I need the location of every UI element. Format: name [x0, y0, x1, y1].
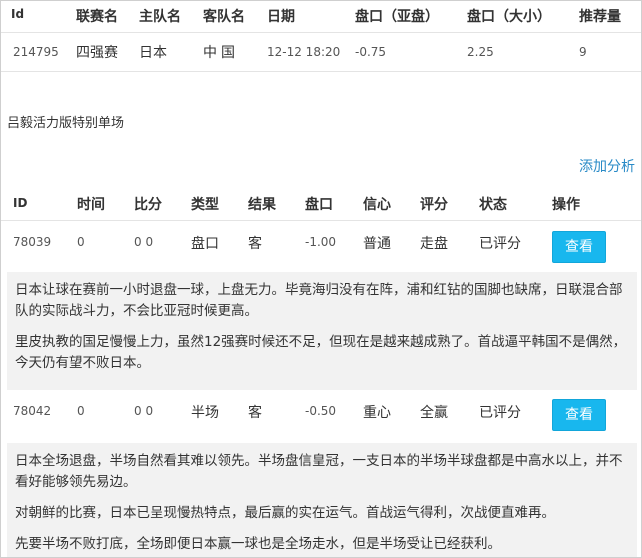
analysis-status: 已评分: [479, 236, 521, 252]
match-header-home: 主队名: [139, 9, 181, 25]
match-header-recommend: 推荐量: [579, 9, 621, 25]
analysis-type: 半场: [191, 405, 219, 421]
analysis-content: 日本让球在赛前一小时退盘一球，上盘无力。毕竟海归没有在阵，浦和红钻的国脚也缺席，…: [7, 272, 637, 390]
analysis-rating: 走盘: [420, 236, 448, 252]
match-header-divider: [1, 32, 641, 33]
match-date: 12-12 18:20: [267, 45, 341, 59]
analysis-id: 78039: [13, 235, 52, 249]
match-header-overunder: 盘口（大小）: [467, 9, 551, 25]
match-home-team: 日本: [139, 45, 167, 61]
match-recommend-count: 9: [579, 45, 587, 59]
analysis-header-score: 比分: [134, 197, 162, 213]
match-header-date: 日期: [267, 9, 295, 25]
analysis-header-status: 状态: [479, 197, 507, 213]
analysis-header-id: ID: [13, 196, 28, 210]
analysis-score: 0 0: [134, 235, 154, 249]
match-row-divider: [1, 71, 641, 72]
analysis-header-confidence: 信心: [363, 197, 391, 213]
match-league: 四强赛: [76, 45, 118, 61]
analysis-header-divider: [1, 220, 641, 221]
analysis-content: 日本全场退盘，半场自然看其难以领先。半场盘信皇冠，一支日本的半场半球盘都是中高水…: [7, 443, 637, 557]
match-overunder: 2.25: [467, 45, 494, 59]
add-analysis-link[interactable]: 添加分析: [579, 156, 635, 176]
view-button[interactable]: 查看: [552, 231, 606, 263]
match-handicap: -0.75: [355, 45, 387, 59]
analysis-paragraph: 里皮执教的国足慢慢上力，虽然12强赛时候还不足，但现在是越来越成熟了。首战逼平韩…: [15, 334, 627, 371]
analysis-header-handicap: 盘口: [305, 197, 333, 213]
analysis-paragraph: 对朝鲜的比赛，日本已呈现慢热特点，最后赢的实在运气。首战运气得利，次战便直难再。: [15, 505, 555, 521]
analysis-paragraph: 日本让球在赛前一小时退盘一球，上盘无力。毕竟海归没有在阵，浦和红钻的国脚也缺席，…: [15, 282, 623, 319]
analysis-handicap: -0.50: [305, 404, 337, 418]
match-header-id: Id: [11, 7, 25, 21]
analysis-confidence: 重心: [363, 405, 391, 421]
match-away-team: 中国: [203, 45, 239, 61]
analysis-time: 0: [77, 235, 85, 249]
analysis-score: 0 0: [134, 404, 154, 418]
view-button[interactable]: 查看: [552, 399, 606, 431]
analysis-paragraph: 日本全场退盘，半场自然看其难以领先。半场盘信皇冠，一支日本的半场半球盘都是中高水…: [15, 453, 623, 490]
analysis-header-type: 类型: [191, 197, 219, 213]
analysis-result: 客: [248, 236, 262, 252]
match-id: 214795: [13, 45, 59, 59]
analysis-type: 盘口: [191, 236, 219, 252]
match-header-league: 联赛名: [76, 9, 118, 25]
analysis-header-result: 结果: [248, 197, 276, 213]
analysis-header-time: 时间: [77, 197, 105, 213]
analysis-status: 已评分: [479, 405, 521, 421]
analysis-handicap: -1.00: [305, 235, 337, 249]
match-header-handicap: 盘口（亚盘）: [355, 9, 439, 25]
promo-text: 吕毅活力版特别单场: [7, 116, 125, 131]
analysis-header-rating: 评分: [420, 197, 448, 213]
analysis-header-action: 操作: [552, 197, 580, 213]
analysis-rating: 全赢: [420, 405, 448, 421]
match-header-away: 客队名: [203, 9, 245, 25]
analysis-paragraph: 先要半场不败打底，全场即便日本赢一球也是全场走水，但是半场受让已经获利。: [15, 536, 501, 552]
analysis-confidence: 普通: [363, 236, 391, 252]
analysis-id: 78042: [13, 404, 52, 418]
analysis-time: 0: [77, 404, 85, 418]
analysis-result: 客: [248, 405, 262, 421]
